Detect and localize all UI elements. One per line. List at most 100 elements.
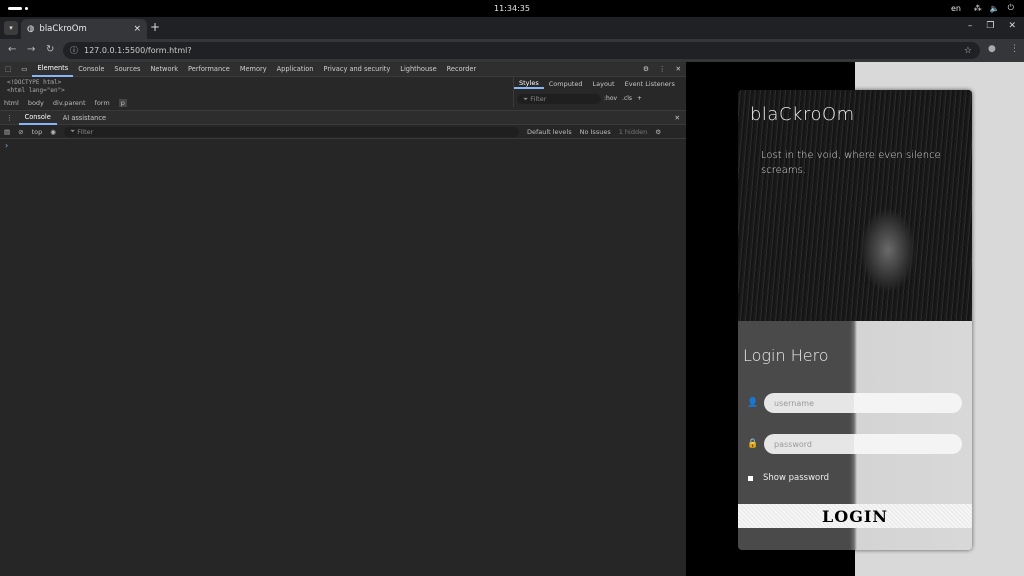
minimize-icon[interactable]: – [968,21,973,31]
console-filter-input[interactable]: ⏷ Filter [63,126,519,137]
tab-event-listeners[interactable]: Event Listeners [620,80,680,88]
tab-elements[interactable]: Elements [32,62,74,77]
tab-styles[interactable]: Styles [514,79,544,89]
tab-network[interactable]: Network [145,62,183,77]
breadcrumb: html body div.parent form p [0,97,512,108]
show-password-row[interactable]: Show password [748,473,829,483]
globe-icon: ◍ [27,24,35,34]
styles-buttons: :hov .cls + [604,95,642,102]
cls-button[interactable]: .cls [622,95,632,102]
drawer-tab-ai-assistance[interactable]: AI assistance [57,114,112,122]
issues-count[interactable]: No Issues [580,128,611,136]
tab-computed[interactable]: Computed [544,80,588,88]
tab-application[interactable]: Application [272,62,319,77]
keyboard-language[interactable]: en [951,4,961,13]
hero-image: blaCkroOm Lost in the void, where even s… [738,90,972,321]
device-toolbar-icon[interactable]: ▭ [16,62,32,77]
devtools-panel: ⬚ ▭ Elements Console Sources Network Per… [0,62,686,576]
page-viewport: blaCkroOm Lost in the void, where even s… [686,62,1024,576]
levels-select[interactable]: Default levels [527,128,572,136]
sidebar-toggle-icon[interactable]: ▤ [4,128,10,136]
back-icon[interactable]: ← [8,44,16,55]
user-icon: 👤 [747,398,759,408]
close-window-icon[interactable]: ✕ [1008,21,1016,31]
browser-tab-strip: ▾ ◍ blaCkroOm × + – ❐ ✕ [0,17,1024,39]
styles-filter-input[interactable]: ⏷ Filter [517,94,601,104]
hidden-count: 1 hidden [618,127,648,136]
brand-title: blaCkroOm [750,104,855,125]
filter-icon: ⏷ [523,94,531,103]
new-tab-button[interactable]: + [150,20,160,34]
show-password-label: Show password [763,473,829,483]
close-drawer-icon[interactable]: ✕ [668,114,686,122]
crumb-p[interactable]: p [118,98,127,107]
console-drawer: ⋮ Console AI assistance ✕ ▤ ⊘ top ◉ ⏷ Fi… [0,110,686,576]
tab-lighthouse[interactable]: Lighthouse [395,62,441,77]
tab-performance[interactable]: Performance [183,62,235,77]
close-devtools-icon[interactable]: ✕ [670,62,686,77]
console-settings-icon[interactable]: ⚙ [655,128,661,136]
settings-gear-icon[interactable]: ⚙ [638,62,654,77]
tab-layout[interactable]: Layout [588,80,620,88]
tab-recorder[interactable]: Recorder [442,62,482,77]
profile-avatar[interactable]: ● [988,44,996,54]
login-form: Login Hero 👤 username 🔒 password Show pa… [738,321,972,550]
filter-icon: ⏷ [69,127,78,135]
drawer-menu-icon[interactable]: ⋮ [0,114,19,122]
devtools-menu-icon[interactable]: ⋮ [654,62,671,77]
tab-console[interactable]: Console [73,62,109,77]
console-prompt[interactable]: › [0,139,686,152]
clear-console-icon[interactable]: ⊘ [18,128,23,136]
login-button[interactable]: LOGIN [738,504,972,528]
crumb-form[interactable]: form [95,99,110,107]
login-card: blaCkroOm Lost in the void, where even s… [738,90,972,550]
tab-privacy-security[interactable]: Privacy and security [318,62,395,77]
restore-icon[interactable]: ❐ [986,21,994,31]
devtools-tabs: ⬚ ▭ Elements Console Sources Network Per… [0,62,686,77]
console-toolbar: ▤ ⊘ top ◉ ⏷ Filter Default levels No Iss… [0,125,686,139]
system-top-bar: 11:34:35 en ⁂ 🔈 ⏻ [0,0,1024,17]
forward-icon[interactable]: → [27,44,35,55]
window-controls: – ❐ ✕ [968,21,1016,31]
dom-line[interactable]: <html lang="en"> [7,87,505,95]
browser-tab[interactable]: ◍ blaCkroOm × [21,19,147,39]
site-info-icon[interactable]: ⓘ [70,45,78,56]
system-clock[interactable]: 11:34:35 [0,4,1024,13]
reload-icon[interactable]: ↻ [46,44,54,55]
drawer-tabs: ⋮ Console AI assistance ✕ [0,111,686,125]
tab-title: blaCkroOm [39,24,87,34]
styles-tabs: Styles Computed Layout Event Listeners [514,77,686,90]
inspect-element-icon[interactable]: ⬚ [0,62,16,77]
show-password-checkbox[interactable] [748,475,753,481]
tagline: Lost in the void, where even silence scr… [761,150,941,176]
hov-button[interactable]: :hov [604,95,617,102]
new-rule-button[interactable]: + [637,95,642,102]
crumb-div-parent[interactable]: div.parent [53,99,86,107]
url-text: 127.0.0.1:5500/form.html? [84,46,192,55]
styles-pane: Styles Computed Layout Event Listeners ⏷… [513,77,686,107]
drawer-tab-console[interactable]: Console [18,111,57,125]
dom-line[interactable]: <!DOCTYPE html> [7,79,505,87]
password-field[interactable]: password [764,434,962,454]
browser-toolbar: ← → ↻ ⓘ 127.0.0.1:5500/form.html? ☆ ● ⋮ [0,39,1024,62]
tab-search-button[interactable]: ▾ [4,21,18,35]
menu-kebab-icon[interactable]: ⋮ [1010,44,1019,54]
lock-icon: 🔒 [747,439,759,449]
close-tab-icon[interactable]: × [133,24,141,34]
eye-icon[interactable]: ◉ [50,128,56,136]
tab-memory[interactable]: Memory [235,62,272,77]
context-select[interactable]: top [32,128,43,136]
filter-placeholder: Filter [77,127,94,136]
address-bar[interactable]: ⓘ 127.0.0.1:5500/form.html? ☆ [63,42,980,59]
bookmark-star-icon[interactable]: ☆ [964,46,972,56]
volume-icon: 🔈 [989,3,1000,13]
username-field[interactable]: username [764,393,962,413]
crumb-html[interactable]: html [4,99,19,107]
tab-sources[interactable]: Sources [109,62,145,77]
crumb-body[interactable]: body [28,99,44,107]
network-icon: ⁂ [973,3,982,13]
system-tray[interactable]: ⁂ 🔈 ⏻ [974,3,1014,13]
filter-placeholder: Filter [530,95,547,103]
login-title: Login Hero [743,346,829,365]
power-icon: ⏻ [1007,3,1014,12]
